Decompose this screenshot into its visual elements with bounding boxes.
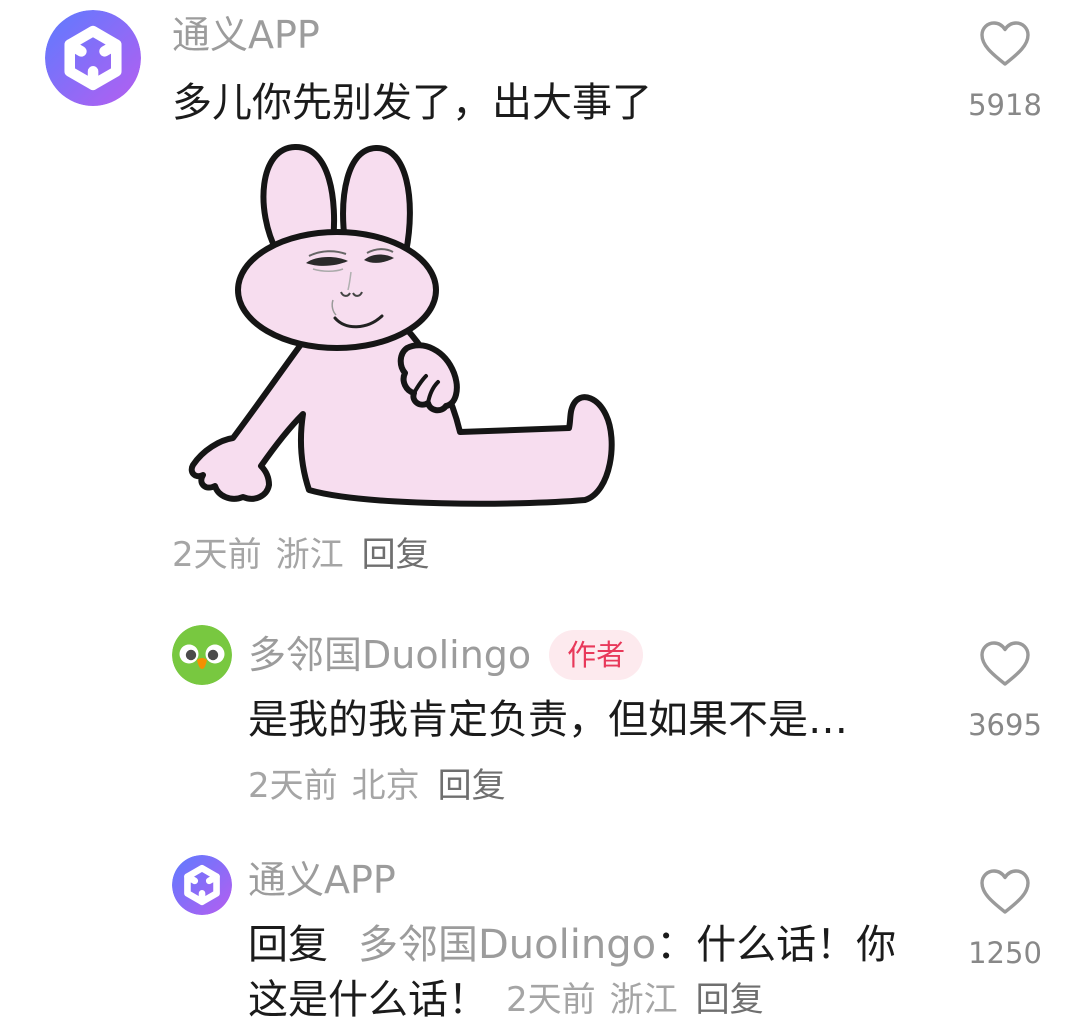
author-badge: 作者 (549, 630, 644, 680)
comment-username[interactable]: 通义APP (172, 12, 320, 58)
reply-text: 这是什么话！ (248, 977, 488, 1023)
like-count: 5918 (968, 88, 1042, 122)
reply-text-line[interactable]: 这是什么话！ 2天前 浙江 回复 (248, 976, 764, 1024)
comment-text[interactable]: 多儿你先别发了，出大事了 (172, 79, 652, 127)
reply-header: 多邻国Duolingo 作者 (248, 630, 644, 680)
like-button[interactable]: 3695 (960, 640, 1050, 746)
reply-location: 北京 (351, 766, 420, 806)
reply-time: 2天前 (248, 766, 338, 806)
avatar[interactable] (172, 855, 232, 915)
comment-location: 浙江 (275, 535, 344, 575)
bunny-head (235, 229, 439, 351)
like-button[interactable]: 5918 (960, 20, 1050, 126)
reply-button[interactable]: 回复 (696, 976, 764, 1024)
like-count: 3695 (968, 708, 1042, 742)
reply-text: ：什么话！你 (656, 922, 897, 968)
duolingo-owl-icon (172, 625, 232, 685)
tongyi-logo-icon (172, 855, 232, 915)
reply-button[interactable]: 回复 (438, 765, 506, 807)
heart-icon (979, 20, 1031, 68)
reply-text[interactable]: 是我的我肯定负责，但如果不是… (248, 696, 848, 744)
reply-username[interactable]: 多邻国Duolingo (248, 632, 531, 678)
avatar[interactable] (45, 10, 141, 106)
reply-location: 浙江 (609, 980, 678, 1020)
bunny-sticker[interactable] (185, 140, 617, 510)
comment-meta: 2天前 浙江 回复 (172, 534, 430, 576)
like-button[interactable]: 1250 (960, 868, 1050, 974)
reply-username[interactable]: 通义APP (248, 857, 396, 903)
reply-button[interactable]: 回复 (362, 534, 430, 576)
heart-icon (979, 868, 1031, 916)
reply-prefix: 回复 (248, 922, 328, 968)
avatar[interactable] (172, 625, 232, 685)
mention-link[interactable]: 多邻国Duolingo (358, 921, 656, 969)
tongyi-logo-icon (45, 10, 141, 106)
reply-text-line[interactable]: 回复 多邻国Duolingo ：什么话！你 (248, 921, 896, 969)
like-count: 1250 (968, 936, 1042, 970)
heart-icon (979, 640, 1031, 688)
reply-meta: 2天前 北京 回复 (248, 765, 506, 807)
comment-time: 2天前 (172, 535, 262, 575)
reply-time: 2天前 (506, 980, 596, 1020)
